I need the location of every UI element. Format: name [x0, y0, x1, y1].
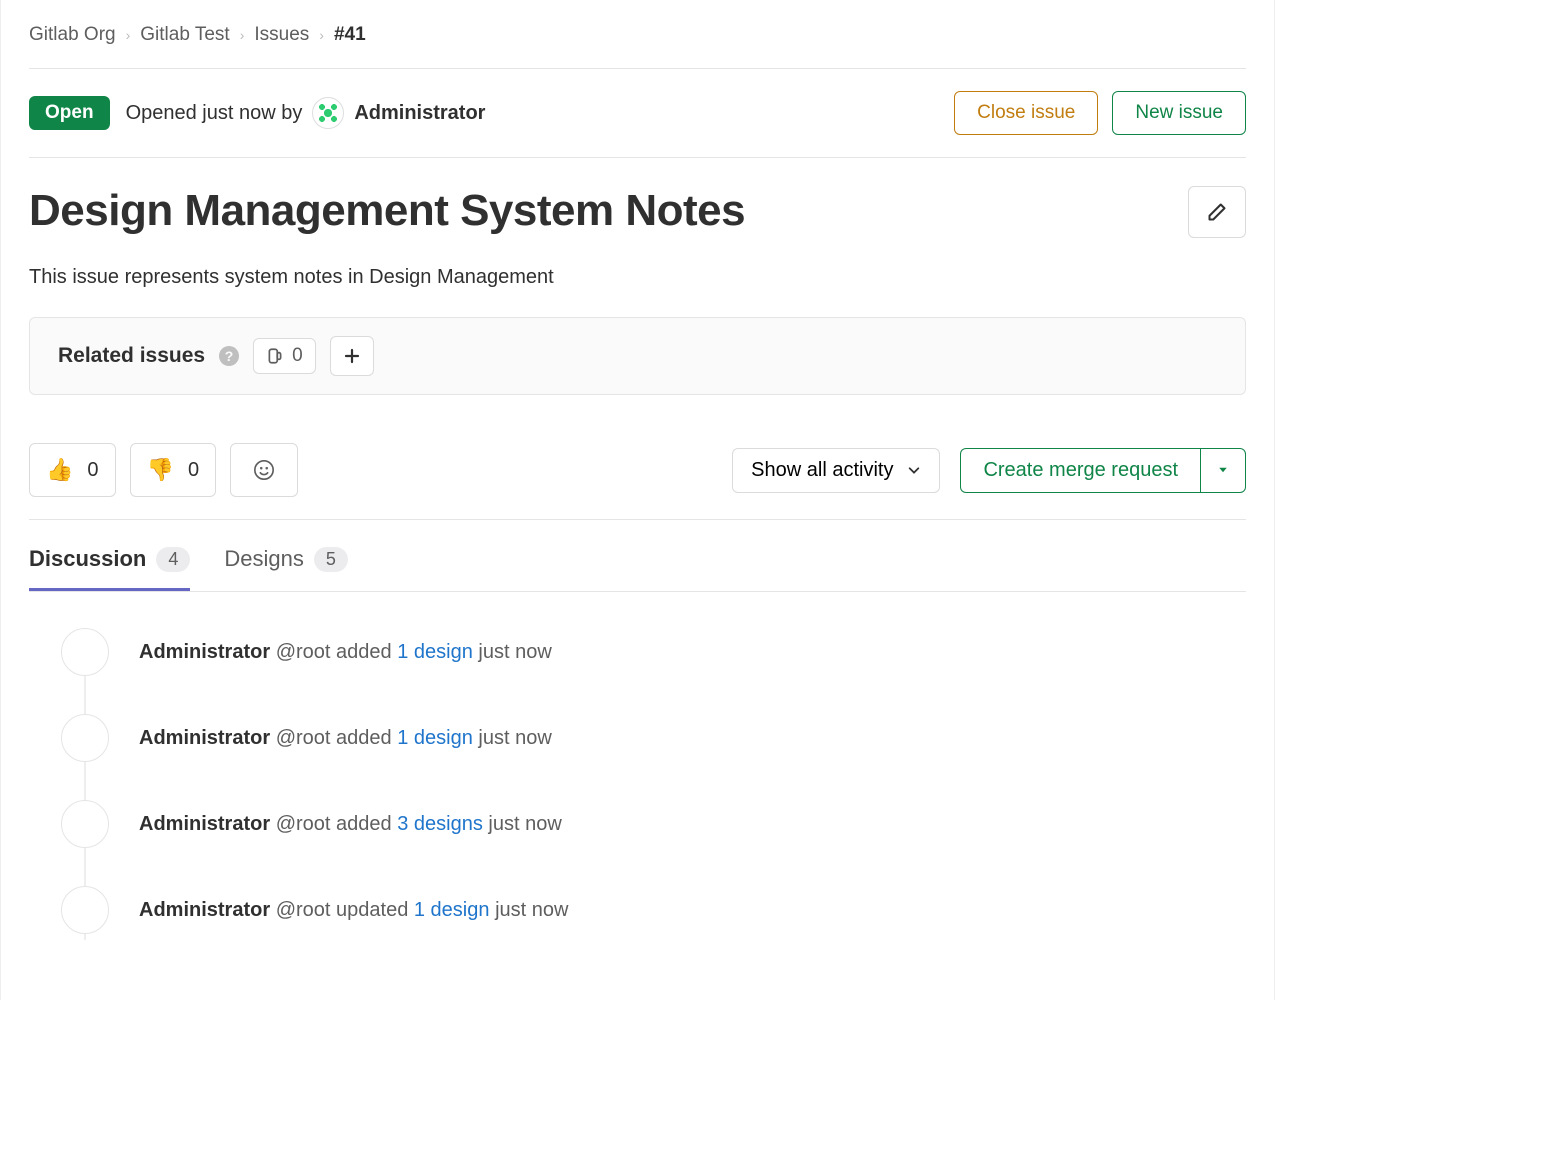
thumbs-down-button[interactable]: 👎 0: [130, 443, 217, 497]
tab-designs-label: Designs: [224, 546, 303, 572]
activity-item: Administrator @root added 3 designs just…: [29, 788, 1246, 874]
issue-title: Design Management System Notes: [29, 186, 745, 236]
chevron-down-icon: [907, 463, 921, 477]
activity-text: Administrator @root added 1 design just …: [139, 727, 552, 750]
tab-discussion-count: 4: [156, 547, 190, 572]
pencil-icon: [1207, 202, 1227, 222]
author-link[interactable]: Administrator: [139, 813, 270, 835]
activity-feed: Administrator @root added 1 design just …: [29, 592, 1246, 960]
thumbs-up-count: 0: [87, 459, 98, 482]
avatar[interactable]: [61, 714, 109, 762]
avatar[interactable]: [61, 886, 109, 934]
activity-filter-dropdown[interactable]: Show all activity: [732, 448, 940, 493]
activity-link[interactable]: 1 design: [397, 727, 473, 749]
activity-link[interactable]: 3 designs: [397, 813, 483, 835]
chevron-right-icon: ›: [126, 27, 131, 43]
activity-filter-label: Show all activity: [751, 459, 893, 482]
tabs: Discussion 4 Designs 5: [29, 520, 1246, 592]
thumbs-down-count: 0: [188, 459, 199, 482]
activity-item: Administrator @root added 1 design just …: [29, 702, 1246, 788]
help-icon[interactable]: ?: [219, 346, 239, 366]
tab-discussion-label: Discussion: [29, 546, 146, 572]
activity-link[interactable]: 1 design: [414, 899, 490, 921]
avatar[interactable]: [61, 628, 109, 676]
activity-action: added: [336, 813, 392, 835]
tab-designs-count: 5: [314, 547, 348, 572]
issue-header: Open Opened just now by Administrator Cl…: [29, 69, 1246, 158]
thumbs-up-icon: 👍: [46, 457, 73, 483]
author-link[interactable]: Administrator: [139, 899, 270, 921]
thumbs-up-button[interactable]: 👍 0: [29, 443, 116, 497]
issue-description: This issue represents system notes in De…: [29, 238, 1246, 317]
add-related-issue-button[interactable]: [330, 336, 374, 376]
create-mr-group: Create merge request: [960, 448, 1246, 493]
close-issue-button[interactable]: Close issue: [954, 91, 1098, 135]
new-issue-button[interactable]: New issue: [1112, 91, 1246, 135]
activity-item: Administrator @root updated 1 design jus…: [29, 874, 1246, 960]
actions-row: 👍 0 👎 0 Show all activity Create merge r…: [29, 443, 1246, 520]
activity-text: Administrator @root updated 1 design jus…: [139, 899, 568, 922]
author-link[interactable]: Administrator: [354, 102, 485, 125]
activity-time: just now: [478, 727, 551, 749]
related-issues-count-value: 0: [292, 345, 303, 367]
avatar[interactable]: [312, 97, 344, 129]
activity-time: just now: [495, 899, 568, 921]
activity-text: Administrator @root added 1 design just …: [139, 641, 552, 664]
create-mr-button[interactable]: Create merge request: [960, 448, 1200, 493]
plus-icon: [344, 348, 360, 364]
activity-time: just now: [488, 813, 561, 835]
smile-icon: [253, 459, 275, 481]
activity-action: added: [336, 727, 392, 749]
breadcrumb-item[interactable]: Gitlab Test: [140, 24, 229, 46]
related-issues-title: Related issues: [58, 344, 205, 368]
author-link[interactable]: Administrator: [139, 641, 270, 663]
author-handle: @root: [276, 641, 331, 663]
activity-action: added: [336, 641, 392, 663]
issue-icon: [266, 347, 284, 365]
thumbs-down-icon: 👎: [147, 457, 174, 483]
create-mr-dropdown-toggle[interactable]: [1200, 448, 1246, 493]
edit-title-button[interactable]: [1188, 186, 1246, 238]
breadcrumb-current: #41: [334, 24, 366, 46]
opened-prefix: Opened just now by: [126, 102, 303, 125]
caret-down-icon: [1217, 464, 1229, 476]
opened-text: Opened just now by Administrator: [126, 97, 486, 129]
activity-action: updated: [336, 899, 408, 921]
avatar[interactable]: [61, 800, 109, 848]
breadcrumb-item[interactable]: Gitlab Org: [29, 24, 116, 46]
activity-text: Administrator @root added 3 designs just…: [139, 813, 562, 836]
activity-item: Administrator @root added 1 design just …: [29, 616, 1246, 702]
related-issues-panel: Related issues ? 0: [29, 317, 1246, 395]
add-reaction-button[interactable]: [230, 443, 298, 497]
author-handle: @root: [276, 899, 331, 921]
status-badge: Open: [29, 96, 110, 130]
breadcrumb: Gitlab Org › Gitlab Test › Issues › #41: [29, 0, 1246, 69]
activity-link[interactable]: 1 design: [397, 641, 473, 663]
activity-time: just now: [478, 641, 551, 663]
tab-designs[interactable]: Designs 5: [224, 546, 348, 591]
tab-discussion[interactable]: Discussion 4: [29, 546, 190, 591]
related-issues-count: 0: [253, 338, 316, 374]
author-handle: @root: [276, 813, 331, 835]
chevron-right-icon: ›: [240, 27, 245, 43]
chevron-right-icon: ›: [319, 27, 324, 43]
breadcrumb-item[interactable]: Issues: [254, 24, 309, 46]
author-handle: @root: [276, 727, 331, 749]
author-link[interactable]: Administrator: [139, 727, 270, 749]
